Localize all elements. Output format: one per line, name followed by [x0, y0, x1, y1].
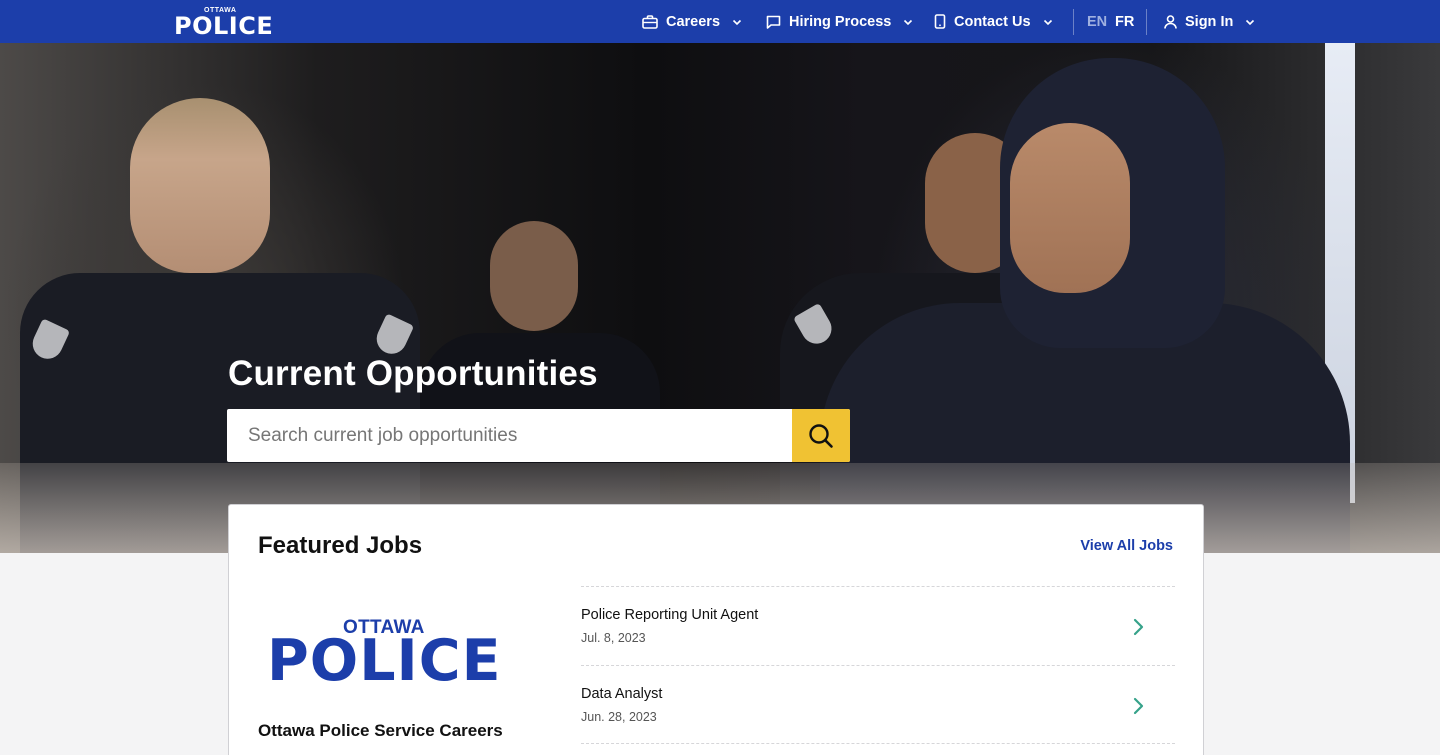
job-search-input[interactable] — [227, 409, 792, 462]
job-date: Jun. 28, 2023 — [581, 710, 657, 724]
job-list-item[interactable]: Police Reporting Unit Agent Jul. 8, 2023 — [581, 586, 1175, 665]
featured-job-list: Police Reporting Unit Agent Jul. 8, 2023… — [581, 586, 1175, 744]
job-title: Police Reporting Unit Agent — [581, 607, 759, 623]
chevron-down-icon — [904, 19, 913, 25]
nav-hiring-process[interactable]: Hiring Process — [766, 0, 913, 43]
hero-photo-figure — [1010, 123, 1130, 293]
hero-photo-figure — [130, 98, 270, 273]
search-button[interactable] — [792, 409, 850, 462]
chevron-down-icon — [1246, 19, 1255, 25]
nav-sign-in-label: Sign In — [1185, 13, 1234, 30]
ottawa-police-logo[interactable]: OTTAWA POLICE — [172, 7, 273, 39]
job-search-bar — [227, 409, 850, 462]
chevron-right-icon[interactable] — [1131, 696, 1145, 716]
view-all-jobs-link[interactable]: View All Jobs — [1080, 538, 1173, 554]
hero-banner: Current Opportunities — [0, 43, 1440, 553]
hero-photo-figure — [490, 221, 578, 331]
phone-icon — [934, 14, 946, 29]
nav-contact-us-label: Contact Us — [954, 13, 1031, 30]
lang-fr-link[interactable]: FR — [1115, 0, 1134, 43]
job-title: Data Analyst — [581, 686, 663, 702]
featured-jobs-title: Featured Jobs — [258, 532, 423, 559]
chevron-right-icon[interactable] — [1131, 617, 1145, 637]
nav-hiring-process-label: Hiring Process — [789, 13, 892, 30]
briefcase-icon — [642, 14, 658, 29]
job-date: Jul. 8, 2023 — [581, 631, 646, 645]
chat-bubble-icon — [766, 15, 781, 29]
hero-title: Current Opportunities — [228, 354, 598, 393]
lang-en-label: EN — [1087, 13, 1108, 30]
lang-en-link[interactable]: EN — [1087, 0, 1107, 43]
featured-jobs-card: Featured Jobs View All Jobs OTTAWA POLIC… — [228, 504, 1204, 755]
lang-fr-label: FR — [1115, 13, 1135, 30]
chevron-down-icon — [1043, 19, 1052, 25]
nav-divider — [1146, 9, 1147, 35]
nav-sign-in[interactable]: Sign In — [1164, 0, 1255, 43]
top-navigation: OTTAWA POLICE Careers Hiring Process Con… — [0, 0, 1440, 43]
nav-divider — [1073, 9, 1074, 35]
nav-contact-us[interactable]: Contact Us — [934, 0, 1053, 43]
logo-big-text: POLICE — [174, 12, 274, 40]
user-icon — [1164, 14, 1177, 29]
ottawa-police-logo: OTTAWA POLICE — [267, 617, 502, 694]
org-name: Ottawa Police Service Careers — [258, 721, 503, 740]
nav-careers-label: Careers — [666, 13, 721, 30]
nav-careers[interactable]: Careers — [642, 0, 742, 43]
search-icon — [809, 423, 833, 448]
chevron-down-icon — [732, 19, 742, 25]
job-list-item[interactable]: Data Analyst Jun. 28, 2023 — [581, 665, 1175, 744]
org-logo-big-text: POLICE — [267, 628, 502, 694]
